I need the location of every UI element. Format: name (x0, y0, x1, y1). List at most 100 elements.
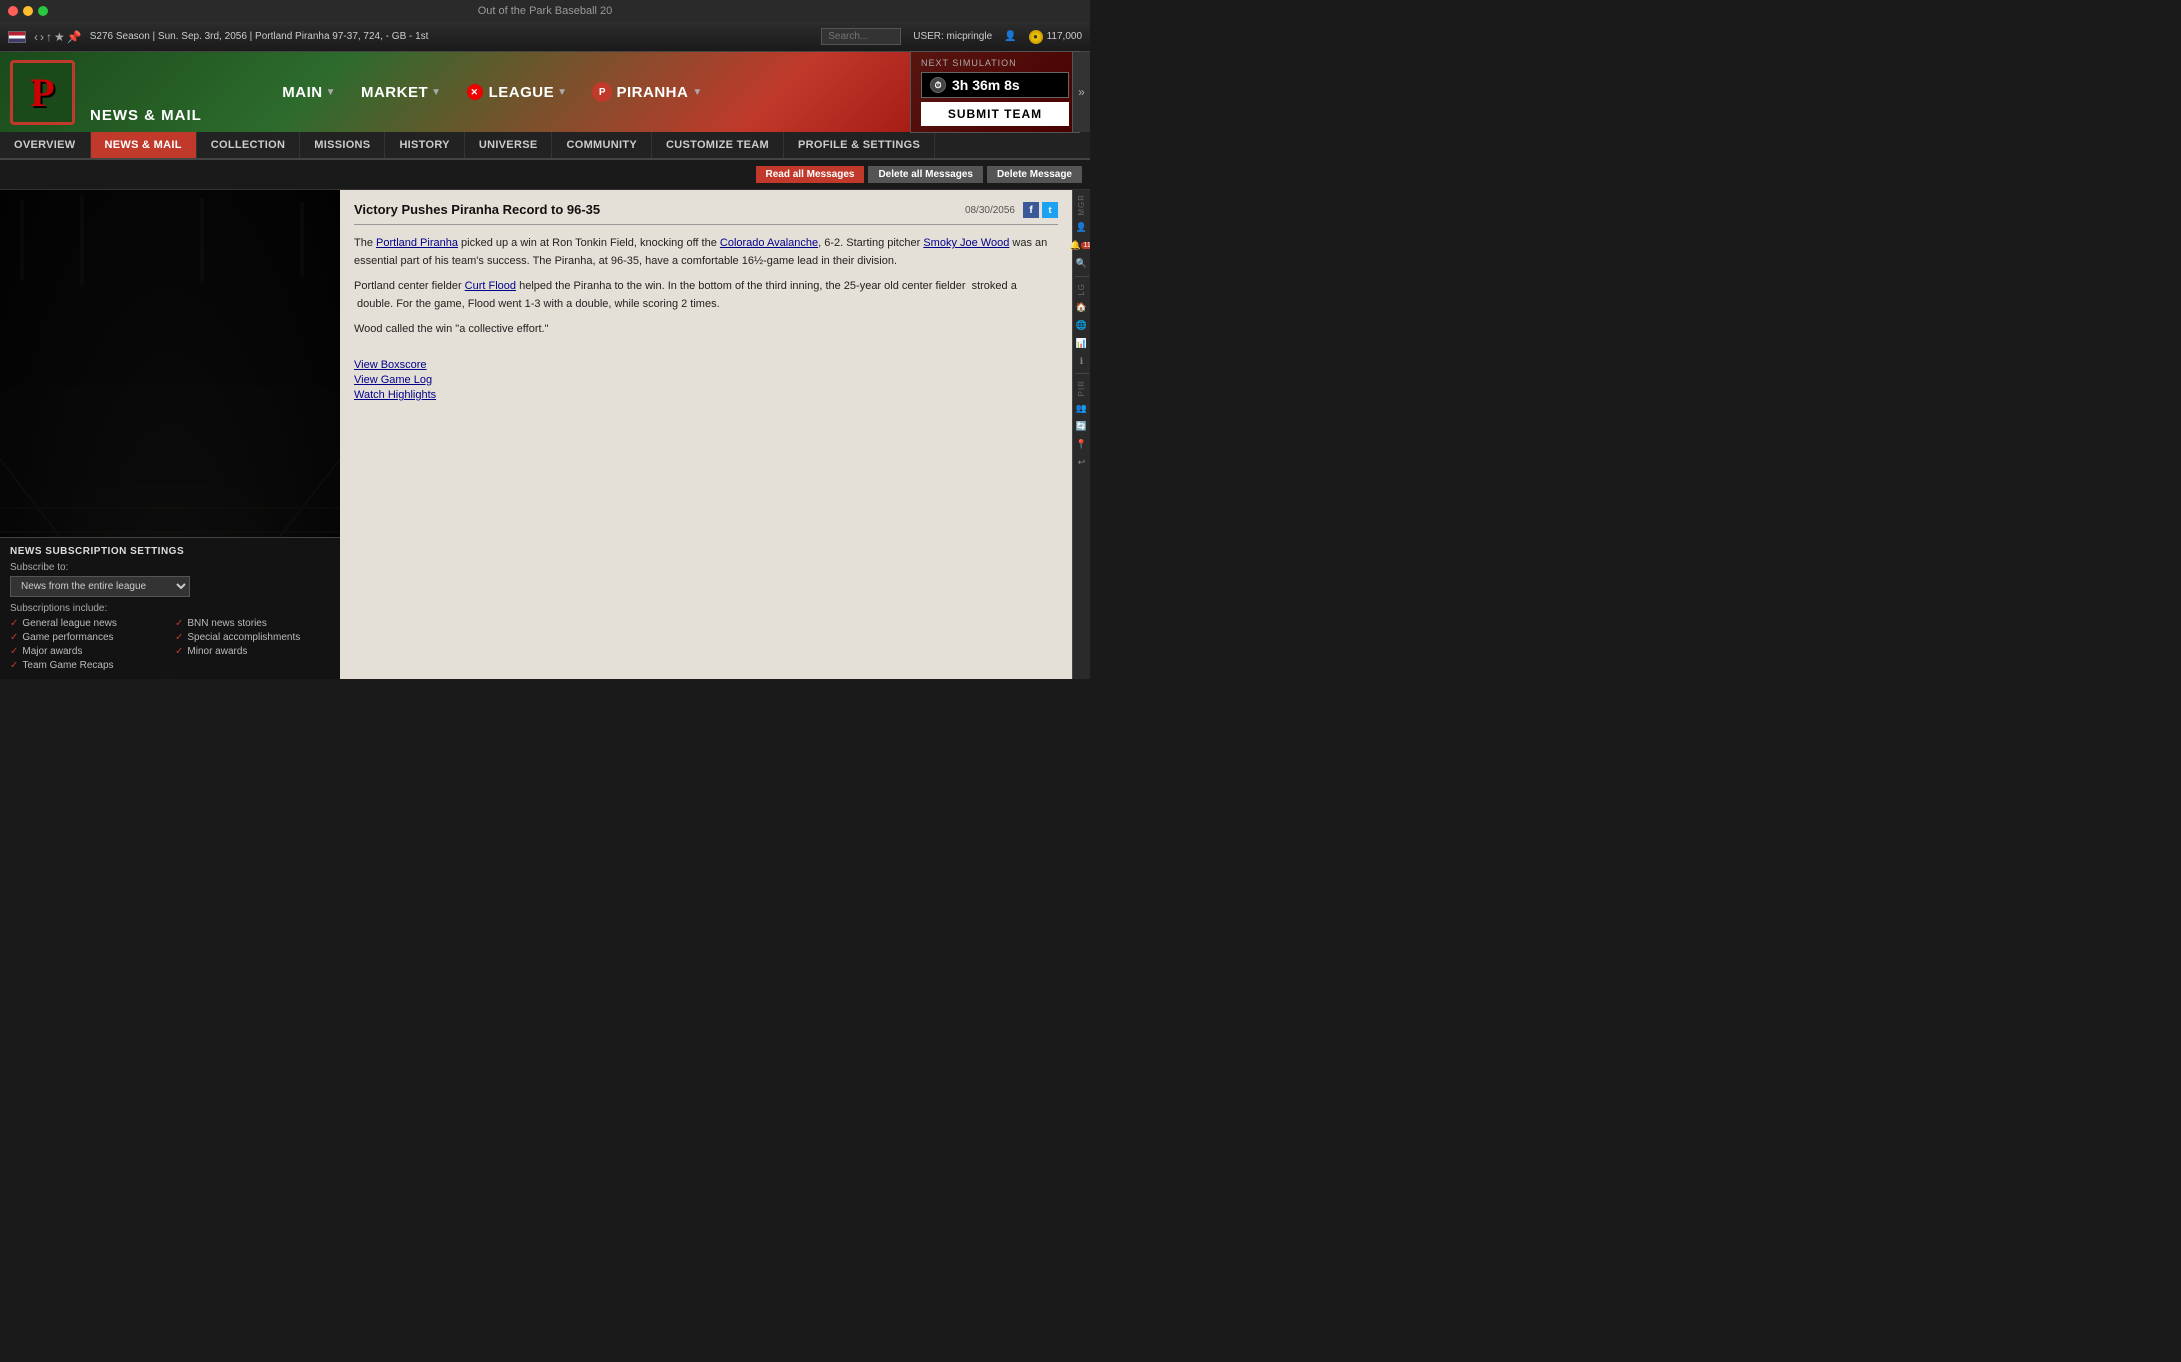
curt-flood-link[interactable]: Curt Flood (465, 280, 516, 292)
sidebar-trade-icon[interactable]: 🔄 (1074, 419, 1090, 435)
nav-market[interactable]: MARKET ▼ (361, 84, 442, 101)
facebook-share-icon[interactable]: f (1023, 202, 1039, 218)
view-boxscore-link[interactable]: View Boxscore (354, 359, 1058, 371)
tab-customize-team[interactable]: CUSTOMIZE TEAM (652, 132, 784, 158)
check-icon: ✓ (10, 618, 18, 629)
title-bar: Out of the Park Baseball 20 (0, 0, 1090, 22)
sidebar-chart-icon[interactable]: 📊 (1074, 335, 1090, 351)
checkbox-team-game-recaps[interactable]: ✓ Team Game Recaps (10, 660, 165, 671)
subscriptions-include-label: Subscriptions include: (10, 603, 330, 614)
check-icon: ✓ (175, 632, 183, 643)
sidebar-person-icon[interactable]: 👤 (1074, 220, 1090, 236)
tab-community[interactable]: COMMUNITY (552, 132, 652, 158)
nav-arrows[interactable]: ‹ › ↑ ★ 📌 (34, 30, 82, 44)
subscription-dropdown[interactable]: News from the entire league (10, 576, 190, 597)
timer-icon: ⏱ (930, 77, 946, 93)
right-sidebar: MGR 👤 🔔 11 🔍 LG 🏠 🌐 📊 ℹ PIR 👥 🔄 📍 ↩ (1072, 190, 1090, 679)
team-logo: P (10, 60, 75, 125)
sidebar-team-icon[interactable]: 👥 (1074, 401, 1090, 417)
sidebar-badge: 11 (1081, 242, 1090, 249)
sidebar-home-icon[interactable]: 🏠 (1074, 299, 1090, 315)
checkbox-label: General league news (22, 618, 117, 629)
sidebar-location-icon[interactable]: 📍 (1074, 437, 1090, 453)
minimize-button[interactable] (23, 6, 33, 16)
checkbox-minor-awards[interactable]: ✓ Minor awards (175, 646, 330, 657)
nav-up-icon[interactable]: ↑ (46, 30, 52, 44)
check-icon: ✓ (175, 618, 183, 629)
subscription-title: NEWS SUBSCRIPTION SETTINGS (10, 546, 330, 557)
league-icon: ✕ (467, 84, 483, 100)
sidebar-lg-label: LG (1077, 283, 1086, 296)
checkbox-major-awards[interactable]: ✓ Major awards (10, 646, 165, 657)
check-icon: ✓ (10, 660, 18, 671)
maximize-button[interactable] (38, 6, 48, 16)
tab-overview[interactable]: OVERVIEW (0, 132, 91, 158)
nav-market-label: MARKET (361, 84, 428, 101)
check-icon: ✓ (10, 632, 18, 643)
main-header: P MAIN ▼ MARKET ▼ ✕ LEAGUE ▼ P PIRANHA ▼… (0, 52, 1090, 132)
checkbox-label: Special accomplishments (187, 632, 300, 643)
checkbox-label: Game performances (22, 632, 113, 643)
checkbox-special-accomplishments[interactable]: ✓ Special accomplishments (175, 632, 330, 643)
right-expand-button[interactable]: » (1072, 52, 1090, 132)
delete-message-button[interactable]: Delete Message (987, 166, 1082, 183)
article-paragraph-3: Wood called the win "a collective effort… (354, 321, 1058, 339)
nav-main[interactable]: MAIN ▼ (282, 84, 336, 101)
sidebar-globe-icon[interactable]: 🌐 (1074, 317, 1090, 333)
colorado-avalanche-link[interactable]: Colorado Avalanche (720, 237, 818, 249)
window-title: Out of the Park Baseball 20 (478, 5, 613, 17)
sidebar-back-icon[interactable]: ↩ (1074, 455, 1090, 471)
nav-main-label: MAIN (282, 84, 322, 101)
sidebar-bell-icon[interactable]: 🔔 11 (1074, 238, 1090, 254)
nav-star-icon[interactable]: ★ (54, 30, 65, 44)
header-section-label: NEWS & MAIL (90, 107, 202, 124)
twitter-share-icon[interactable]: t (1042, 202, 1058, 218)
checkbox-game-performances[interactable]: ✓ Game performances (10, 632, 165, 643)
check-icon: ✓ (10, 646, 18, 657)
check-icon: ✓ (175, 646, 183, 657)
tab-history[interactable]: HISTORY (385, 132, 464, 158)
smoky-joe-wood-link[interactable]: Smoky Joe Wood (923, 237, 1009, 249)
view-game-log-link[interactable]: View Game Log (354, 374, 1058, 386)
sidebar-divider-2 (1075, 373, 1089, 374)
article-meta: 08/30/2056 f t (965, 202, 1058, 218)
read-all-messages-button[interactable]: Read all Messages (756, 166, 865, 183)
checkbox-general-league[interactable]: ✓ General league news (10, 618, 165, 629)
checkbox-label: BNN news stories (187, 618, 266, 629)
nav-forward-icon[interactable]: › (40, 30, 44, 44)
article-actions: View Boxscore View Game Log Watch Highli… (354, 359, 1058, 401)
nav-back-icon[interactable]: ‹ (34, 30, 38, 44)
nav-piranha[interactable]: P PIRANHA ▼ (592, 82, 702, 102)
checkbox-list: ✓ General league news ✓ BNN news stories… (10, 618, 330, 671)
coin-icon: ● (1029, 30, 1043, 44)
close-button[interactable] (8, 6, 18, 16)
watch-highlights-link[interactable]: Watch Highlights (354, 389, 1058, 401)
sidebar-info-icon[interactable]: ℹ (1074, 353, 1090, 369)
checkbox-bnn-news[interactable]: ✓ BNN news stories (175, 618, 330, 629)
traffic-lights (8, 6, 48, 16)
article-header: Victory Pushes Piranha Record to 96-35 0… (354, 202, 1058, 225)
season-info: S276 Season | Sun. Sep. 3rd, 2056 | Port… (90, 31, 429, 42)
nav-piranha-arrow: ▼ (692, 87, 702, 98)
next-sim-label: NEXT SIMULATION (921, 58, 1069, 68)
tab-profile-settings[interactable]: PROFILE & SETTINGS (784, 132, 935, 158)
tab-news-mail[interactable]: NEWS & MAIL (91, 132, 197, 158)
sidebar-search-icon[interactable]: 🔍 (1074, 256, 1090, 272)
left-panel: NEWS SUBSCRIPTION SETTINGS Subscribe to:… (0, 190, 340, 679)
article-body: The Portland Piranha picked up a win at … (354, 235, 1058, 339)
tab-collection[interactable]: COLLECTION (197, 132, 301, 158)
tab-universe[interactable]: UNIVERSE (465, 132, 553, 158)
tab-missions[interactable]: MISSIONS (300, 132, 385, 158)
search-input[interactable] (821, 28, 901, 45)
main-navigation: MAIN ▼ MARKET ▼ ✕ LEAGUE ▼ P PIRANHA ▼ (85, 82, 900, 102)
nav-league[interactable]: ✕ LEAGUE ▼ (467, 84, 568, 101)
submit-team-button[interactable]: SUBMIT TEAM (921, 102, 1069, 126)
timer-value: 3h 36m 8s (952, 77, 1020, 93)
checkbox-label: Team Game Recaps (22, 660, 113, 671)
second-nav-bar: OVERVIEW NEWS & MAIL COLLECTION MISSIONS… (0, 132, 1090, 160)
portland-piranha-link[interactable]: Portland Piranha (376, 237, 458, 249)
nav-bookmark-icon[interactable]: 📌 (67, 30, 82, 44)
subscribe-label: Subscribe to: (10, 562, 330, 573)
delete-all-messages-button[interactable]: Delete all Messages (868, 166, 983, 183)
nav-main-arrow: ▼ (326, 87, 336, 98)
